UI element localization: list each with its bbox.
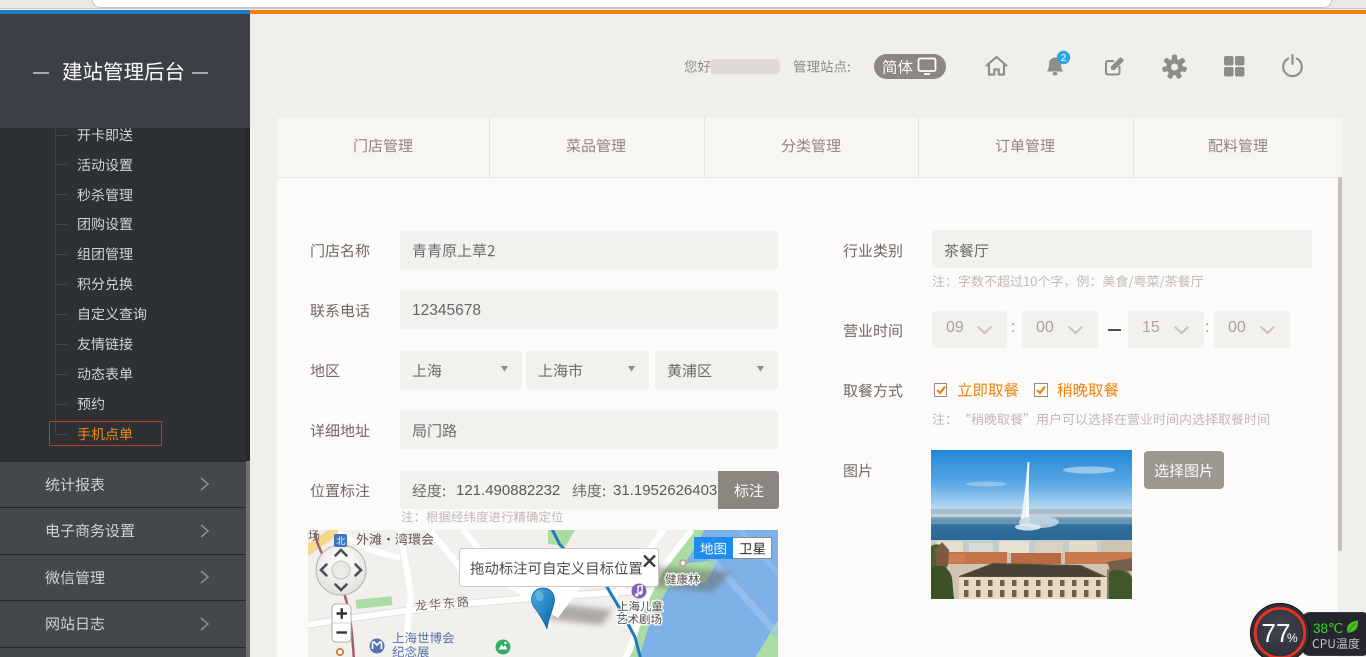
svg-text:2: 2 [1061,53,1067,64]
